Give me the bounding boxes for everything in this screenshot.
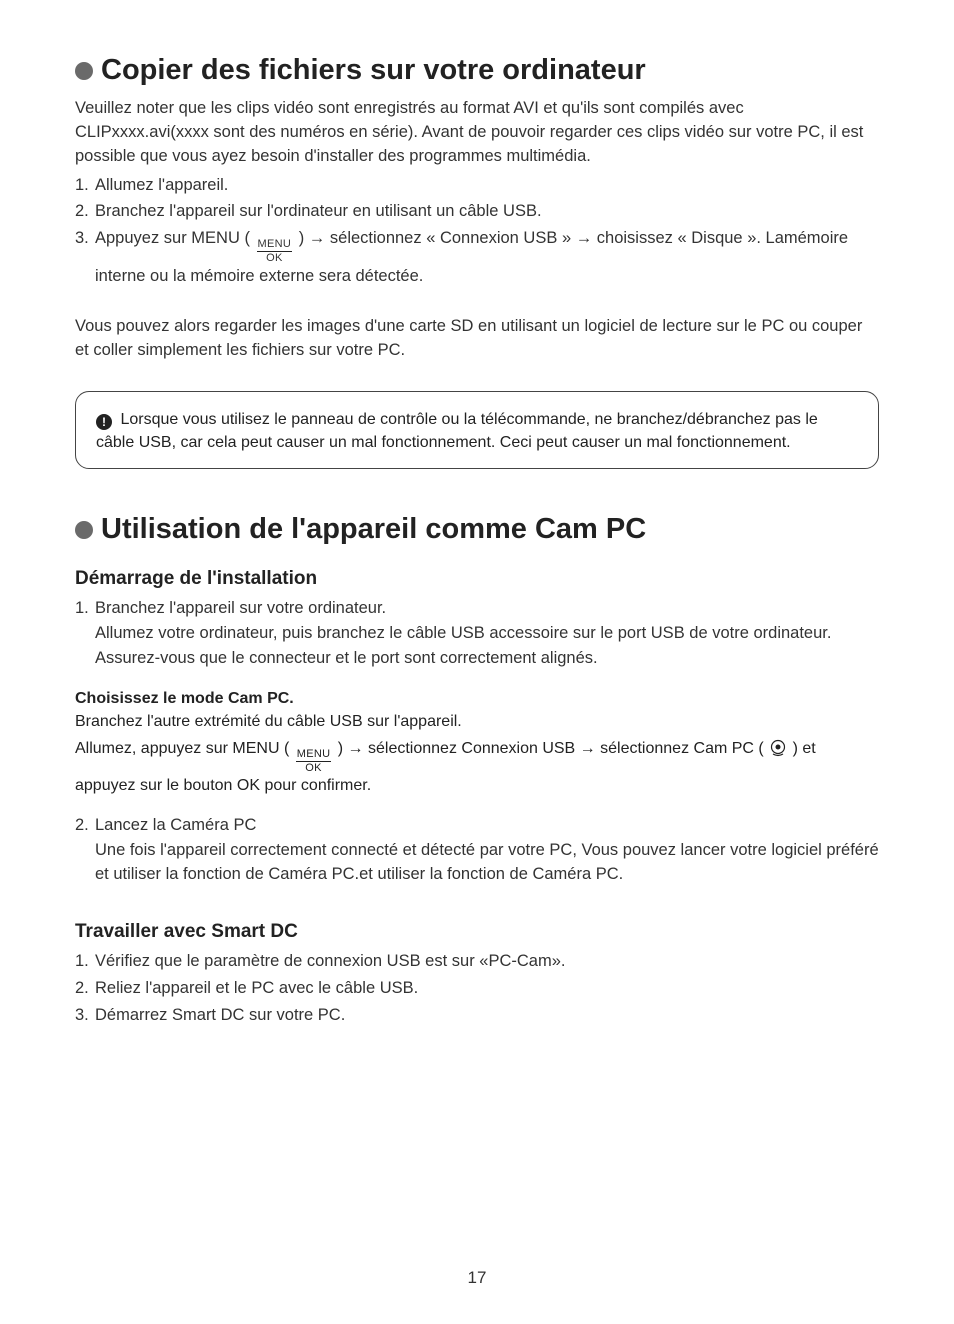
manual-page: Copier des fichiers sur votre ordinateur…	[0, 0, 954, 1324]
text-fragment: Allumez, appuyez sur MENU (	[75, 740, 294, 757]
page-number: 17	[0, 1268, 954, 1288]
list-item: 1. Branchez l'appareil sur votre ordinat…	[75, 596, 879, 670]
subheading-smart-dc: Travailler avec Smart DC	[75, 921, 879, 943]
list-item: 3. Démarrez Smart DC sur votre PC.	[75, 1003, 879, 1028]
menu-icon-bottom: OK	[266, 252, 283, 264]
text-line: Une fois l'appareil correctement connect…	[95, 841, 879, 884]
list-number: 2.	[75, 976, 95, 1001]
list-number: 1.	[75, 596, 95, 621]
menu-icon-top: MENU	[296, 749, 332, 762]
ordered-list: 2. Lancez la Caméra PC Une fois l'appare…	[75, 813, 879, 887]
list-item: 2. Reliez l'appareil et le PC avec le câ…	[75, 976, 879, 1001]
mode-line1: Branchez l'autre extrémité du câble USB …	[75, 710, 879, 735]
note-text: Lorsque vous utilisez le panneau de cont…	[96, 411, 818, 451]
list-item: 2. Branchez l'appareil sur l'ordinateur …	[75, 199, 879, 224]
list-text: Lancez la Caméra PC Une fois l'appareil …	[95, 813, 879, 887]
list-item: 1. Allumez l'appareil.	[75, 173, 879, 198]
text-line: Allumez votre ordinateur, puis branchez …	[95, 624, 831, 667]
text-fragment: ) → sélectionnez Connexion USB → sélecti…	[333, 740, 768, 757]
menu-ok-icon: MENUOK	[257, 239, 293, 264]
ordered-list: 1. Branchez l'appareil sur votre ordinat…	[75, 596, 879, 670]
mode-line2: Allumez, appuyez sur MENU ( MENUOK ) → s…	[75, 737, 879, 799]
list-text: Appuyez sur MENU ( MENUOK ) → sélectionn…	[95, 226, 879, 289]
list-item: 3. Appuyez sur MENU ( MENUOK ) → sélecti…	[75, 226, 879, 289]
ordered-list: 1. Allumez l'appareil. 2. Branchez l'app…	[75, 173, 879, 289]
subsub-heading-mode: Choisissez le mode Cam PC.	[75, 690, 879, 708]
list-text: Branchez l'appareil sur l'ordinateur en …	[95, 199, 879, 224]
section-title: Utilisation de l'appareil comme Cam PC	[101, 514, 646, 546]
list-number: 3.	[75, 226, 95, 251]
ordered-list: 1. Vérifiez que le paramètre de connexio…	[75, 949, 879, 1027]
menu-ok-icon: MENUOK	[296, 749, 332, 774]
intro-paragraph: Veuillez noter que les clips vidéo sont …	[75, 97, 879, 169]
text-line: Lancez la Caméra PC	[95, 816, 256, 834]
section-title: Copier des fichiers sur votre ordinateur	[101, 55, 646, 87]
warning-icon: !	[96, 414, 112, 430]
bullet-icon	[75, 521, 93, 539]
note-box: ! Lorsque vous utilisez le panneau de co…	[75, 391, 879, 469]
list-text: Démarrez Smart DC sur votre PC.	[95, 1003, 879, 1028]
list-text: Branchez l'appareil sur votre ordinateur…	[95, 596, 879, 670]
paragraph: Vous pouvez alors regarder les images d'…	[75, 315, 879, 363]
list-number: 3.	[75, 1003, 95, 1028]
list-item: 1. Vérifiez que le paramètre de connexio…	[75, 949, 879, 974]
list-text: Reliez l'appareil et le PC avec le câble…	[95, 976, 879, 1001]
list-item: 2. Lancez la Caméra PC Une fois l'appare…	[75, 813, 879, 887]
text-fragment: Appuyez sur MENU (	[95, 229, 255, 247]
list-number: 1.	[75, 949, 95, 974]
list-number: 2.	[75, 813, 95, 838]
text-line: Branchez l'appareil sur votre ordinateur…	[95, 599, 386, 617]
section-heading-copy-files: Copier des fichiers sur votre ordinateur	[75, 55, 879, 87]
webcam-icon	[769, 739, 787, 757]
list-number: 2.	[75, 199, 95, 224]
list-text: Vérifiez que le paramètre de connexion U…	[95, 949, 879, 974]
menu-icon-top: MENU	[257, 239, 293, 252]
menu-icon-bottom: OK	[305, 762, 322, 774]
list-text: Allumez l'appareil.	[95, 173, 879, 198]
bullet-icon	[75, 62, 93, 80]
list-number: 1.	[75, 173, 95, 198]
subheading-install-start: Démarrage de l'installation	[75, 568, 879, 590]
section-heading-pc-cam: Utilisation de l'appareil comme Cam PC	[75, 514, 879, 546]
